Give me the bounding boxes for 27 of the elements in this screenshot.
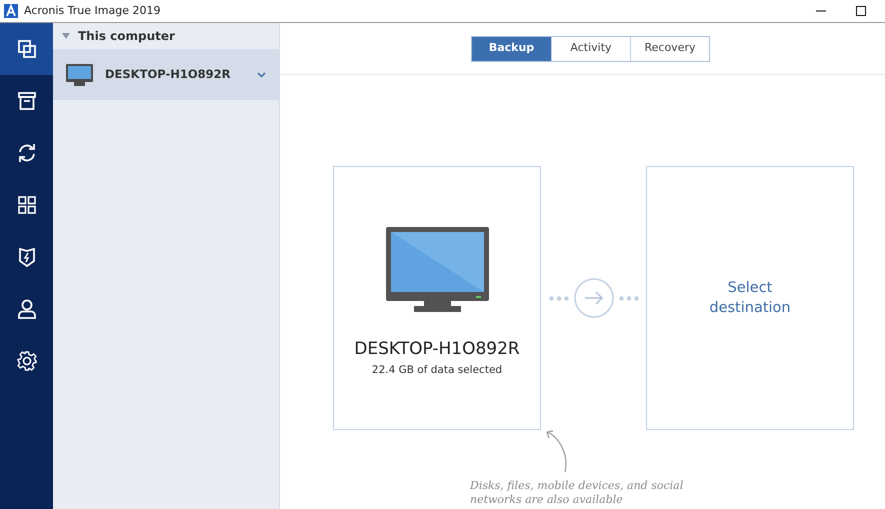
computer-list-item[interactable]: DESKTOP-H1O892R bbox=[53, 49, 279, 100]
dots-icon bbox=[548, 296, 568, 300]
source-card[interactable]: DESKTOP-H1O892R 22.4 GB of data selected bbox=[333, 166, 541, 430]
archive-icon bbox=[16, 90, 38, 112]
group-label: This computer bbox=[78, 28, 175, 45]
destination-card[interactable]: Select destination bbox=[646, 166, 854, 430]
dots-icon bbox=[618, 296, 638, 300]
settings-icon bbox=[16, 350, 38, 372]
caret-icon[interactable] bbox=[62, 33, 70, 39]
hint-text: Disks, files, mobile devices, and social networks are also available bbox=[470, 479, 684, 507]
chevron-down-icon[interactable] bbox=[257, 72, 266, 78]
data-size-text: 22.4 GB of data selected bbox=[372, 362, 502, 378]
monitor-icon bbox=[386, 227, 488, 313]
maximize-icon bbox=[856, 6, 866, 16]
window-title: Acronis True Image 2019 bbox=[24, 2, 160, 19]
tab[interactable]: Backup bbox=[472, 36, 551, 60]
nav-button[interactable] bbox=[0, 23, 53, 75]
computer-name: DESKTOP-H1O892R bbox=[105, 66, 232, 83]
copies-icon bbox=[16, 38, 38, 60]
user-icon bbox=[16, 298, 38, 320]
curved-arrow-icon bbox=[544, 429, 568, 473]
monitor-icon bbox=[66, 64, 93, 86]
minimize-icon bbox=[816, 10, 826, 12]
app-logo-icon bbox=[4, 4, 18, 18]
computer-name: DESKTOP-H1O892R bbox=[354, 338, 520, 361]
arrow-circle-icon bbox=[574, 278, 614, 318]
grid-icon bbox=[16, 194, 38, 216]
